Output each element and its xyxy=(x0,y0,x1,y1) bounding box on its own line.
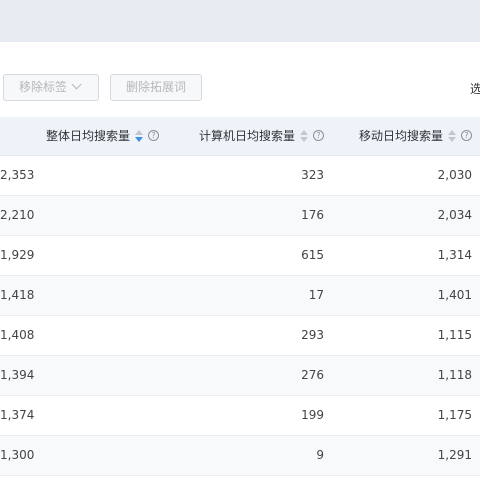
help-icon[interactable]: ? xyxy=(461,130,472,142)
column-header-overall[interactable]: 整体日均搜索量? xyxy=(0,117,172,156)
delete-expansion-button[interactable]: 删除拓展词 xyxy=(110,74,202,101)
cell-overall: 1,418 xyxy=(0,288,35,302)
cell-pc: 276 xyxy=(301,368,324,382)
column-header-mobile[interactable]: 移动日均搜索量? xyxy=(337,117,480,156)
table-row[interactable]: 1,929 615 1,314 xyxy=(0,235,480,275)
cell-pc: 199 xyxy=(301,408,324,422)
table-row[interactable]: 1,374 199 1,175 xyxy=(0,395,480,435)
delete-expansion-label: 删除拓展词 xyxy=(126,80,187,94)
cell-mobile: 1,291 xyxy=(437,448,472,462)
toolbar: 移除标签 删除拓展词 xyxy=(0,74,480,102)
remove-tags-button[interactable]: 移除标签 xyxy=(3,74,99,101)
table-row[interactable]: 2,353 323 2,030 xyxy=(0,155,480,195)
cell-mobile: 1,118 xyxy=(437,368,472,382)
sort-icon[interactable] xyxy=(448,129,456,142)
cell-mobile: 1,175 xyxy=(437,408,472,422)
cell-overall: 1,394 xyxy=(0,368,35,382)
cell-overall: 1,374 xyxy=(0,408,35,422)
help-icon[interactable]: ? xyxy=(313,130,324,142)
table-row[interactable]: 1,394 276 1,118 xyxy=(0,355,480,395)
cell-pc: 17 xyxy=(308,288,324,302)
cell-overall: 1,300 xyxy=(0,448,35,462)
cell-pc: 323 xyxy=(301,168,324,182)
cell-pc: 615 xyxy=(301,248,324,262)
cell-mobile: 1,314 xyxy=(437,248,472,262)
column-header-pc[interactable]: 计算机日均搜索量? xyxy=(172,117,337,156)
cell-pc: 176 xyxy=(301,208,324,222)
table-row[interactable]: 1,418 17 1,401 xyxy=(0,275,480,315)
help-icon[interactable]: ? xyxy=(148,130,159,142)
cell-mobile: 1,401 xyxy=(437,288,472,302)
table-row[interactable]: 1,300 9 1,291 xyxy=(0,435,480,475)
cell-mobile: 2,034 xyxy=(437,208,472,222)
truncated-toolbar-link[interactable]: 选 xyxy=(470,80,480,97)
cell-mobile: 2,030 xyxy=(437,168,472,182)
cell-overall: 2,353 xyxy=(0,168,35,182)
cell-overall: 1,929 xyxy=(0,248,35,262)
sort-icon[interactable] xyxy=(300,129,308,142)
table-header-row: 整体日均搜索量? 计算机日均搜索量? 移动日均搜索量? xyxy=(0,117,480,156)
cell-pc: 9 xyxy=(316,448,324,462)
sort-icon[interactable] xyxy=(135,129,143,142)
table-row[interactable]: 1,408 293 1,115 xyxy=(0,315,480,355)
cell-overall: 1,408 xyxy=(0,328,35,342)
chevron-down-icon xyxy=(71,79,82,90)
cell-pc: 293 xyxy=(301,328,324,342)
search-volume-table: 整体日均搜索量? 计算机日均搜索量? 移动日均搜索量? 2,353 323 2,03… xyxy=(0,117,480,476)
table-row[interactable]: 2,210 176 2,034 xyxy=(0,195,480,235)
cell-overall: 2,210 xyxy=(0,208,35,222)
cell-mobile: 1,115 xyxy=(437,328,472,342)
remove-tags-label: 移除标签 xyxy=(19,80,68,94)
top-bar xyxy=(0,0,480,42)
